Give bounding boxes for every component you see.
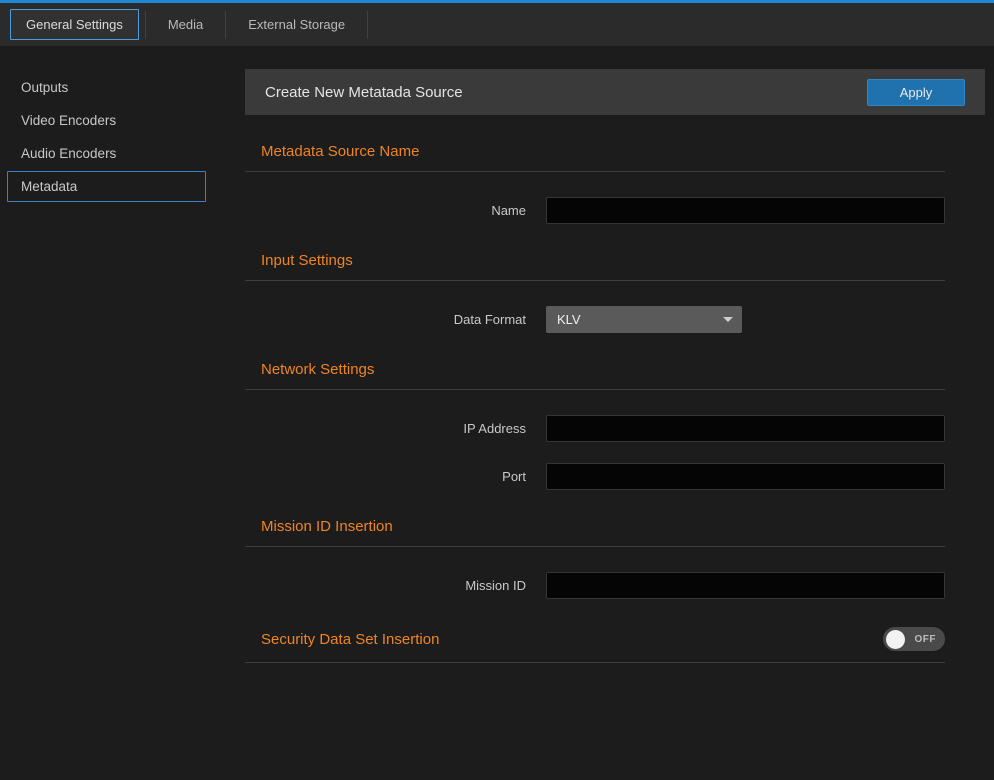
data-format-dropdown[interactable]: KLV (546, 306, 742, 333)
form-area: Metadata Source Name Name Input Settings (245, 143, 945, 663)
section-heading: Security Data Set Insertion (261, 631, 439, 648)
form-row-name: Name (245, 197, 945, 224)
sidebar: Outputs Video Encoders Audio Encoders Me… (0, 46, 245, 780)
data-format-selected-value: KLV (557, 312, 581, 327)
top-nav: General Settings Media External Storage (0, 3, 994, 46)
form-row-port: Port (245, 463, 945, 490)
section-heading: Mission ID Insertion (261, 518, 393, 535)
sidebar-item-metadata[interactable]: Metadata (7, 171, 206, 202)
content-header: Create New Metatada Source Apply (245, 69, 985, 115)
section-divider (245, 171, 945, 172)
sidebar-item-audio-encoders[interactable]: Audio Encoders (7, 138, 206, 169)
main-content: Create New Metatada Source Apply Metadat… (245, 46, 994, 780)
ip-address-label: IP Address (245, 421, 546, 436)
form-row-ip-address: IP Address (245, 415, 945, 442)
section-divider (245, 546, 945, 547)
sidebar-item-video-encoders[interactable]: Video Encoders (7, 105, 206, 136)
port-input[interactable] (546, 463, 945, 490)
ip-address-input[interactable] (546, 415, 945, 442)
data-format-label: Data Format (245, 312, 546, 327)
security-data-set-toggle[interactable]: OFF (883, 627, 945, 651)
mission-id-input[interactable] (546, 572, 945, 599)
mission-id-label: Mission ID (245, 578, 546, 593)
section-heading: Metadata Source Name (261, 143, 419, 160)
section-metadata-source-name: Metadata Source Name Name (245, 143, 945, 224)
form-row-data-format: Data Format KLV (245, 306, 945, 333)
section-mission-id-insertion: Mission ID Insertion Mission ID (245, 518, 945, 599)
toggle-state-label: OFF (915, 634, 937, 645)
name-label: Name (245, 203, 546, 218)
section-network-settings: Network Settings IP Address Port (245, 361, 945, 490)
form-row-mission-id: Mission ID (245, 572, 945, 599)
section-divider (245, 280, 945, 281)
tab-general-settings[interactable]: General Settings (10, 9, 139, 40)
chevron-down-icon (723, 317, 733, 322)
tab-external-storage[interactable]: External Storage (232, 9, 361, 40)
page-title: Create New Metatada Source (265, 84, 463, 101)
tab-separator (225, 11, 226, 39)
section-divider (245, 662, 945, 663)
tab-media[interactable]: Media (152, 9, 219, 40)
toggle-knob (886, 630, 905, 649)
name-input[interactable] (546, 197, 945, 224)
section-security-data-set-insertion: Security Data Set Insertion OFF (245, 627, 945, 663)
section-input-settings: Input Settings Data Format KLV (245, 252, 945, 333)
section-heading: Network Settings (261, 361, 374, 378)
section-heading: Input Settings (261, 252, 353, 269)
page-layout: Outputs Video Encoders Audio Encoders Me… (0, 46, 994, 780)
sidebar-item-outputs[interactable]: Outputs (7, 72, 206, 103)
tab-separator (145, 11, 146, 39)
apply-button[interactable]: Apply (867, 79, 965, 106)
section-divider (245, 389, 945, 390)
port-label: Port (245, 469, 546, 484)
tab-separator (367, 11, 368, 39)
